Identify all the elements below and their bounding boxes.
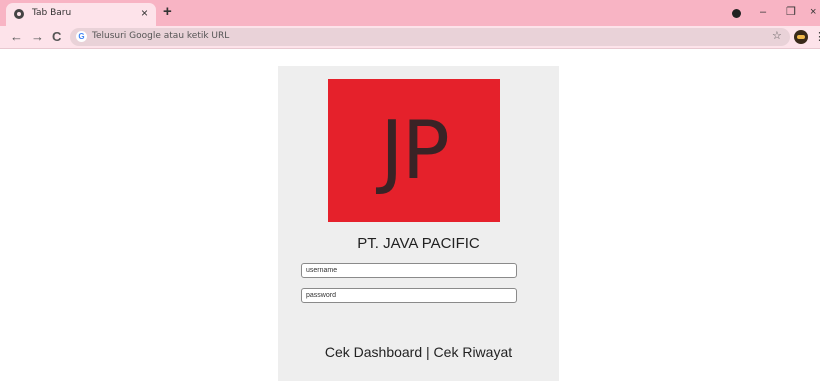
restore-button[interactable]: ❐ [786,4,796,20]
tab-close-icon[interactable]: × [141,6,148,20]
new-tab-button[interactable]: + [163,4,172,20]
menu-dots-icon[interactable]: ⋮ [814,30,820,44]
cek-riwayat-link[interactable]: Cek Riwayat [434,344,513,360]
logo-text: JP [380,103,450,197]
tab-strip: Tab Baru × + – ❐ × [0,0,820,26]
close-window-button[interactable]: × [810,4,816,20]
back-arrow-icon[interactable]: ← [10,28,23,45]
profile-avatar-icon[interactable] [794,30,808,44]
footer-links: Cek Dashboard | Cek Riwayat [278,344,559,360]
reload-icon[interactable]: C [52,28,61,45]
link-separator: | [422,344,434,360]
google-icon: G [76,31,87,42]
address-bar-placeholder: Telusuri Google atau ketik URL [92,31,230,41]
media-record-icon[interactable] [732,9,741,18]
login-card: JP PT. JAVA PACIFIC Cek Dashboard | Cek … [278,66,559,381]
browser-toolbar: ← → C G Telusuri Google atau ketik URL ☆… [0,26,820,49]
chrome-favicon-icon [14,9,24,19]
company-logo: JP [328,79,500,222]
password-input[interactable] [301,288,517,303]
address-bar[interactable]: G Telusuri Google atau ketik URL [70,28,790,46]
minimize-button[interactable]: – [760,4,766,20]
username-input[interactable] [301,263,517,278]
forward-arrow-icon[interactable]: → [31,28,44,45]
tab-new-tab[interactable]: Tab Baru × [6,3,156,26]
bookmark-star-icon[interactable]: ☆ [772,28,782,45]
company-name: PT. JAVA PACIFIC [357,235,480,252]
cek-dashboard-link[interactable]: Cek Dashboard [325,344,422,360]
tab-title: Tab Baru [32,8,72,18]
